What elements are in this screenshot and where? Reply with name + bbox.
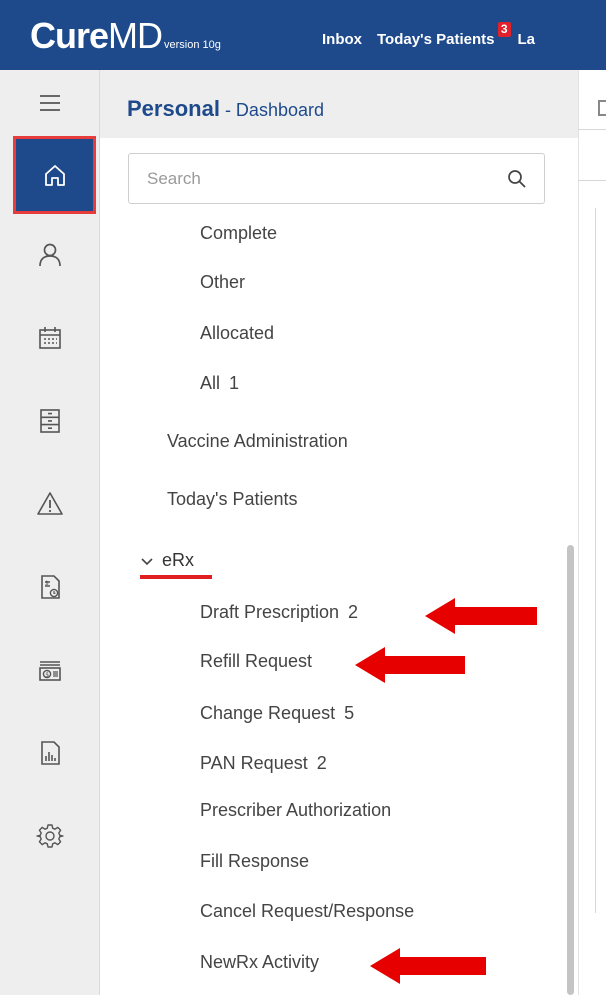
item-count: 2	[348, 602, 359, 622]
rail-reports-button[interactable]	[16, 717, 84, 789]
content-border	[595, 208, 596, 913]
chevron-down-icon	[141, 557, 153, 565]
tree-group-erx[interactable]: eRx	[140, 550, 194, 571]
annotation-arrow-icon	[370, 948, 486, 984]
top-bar: CureMD version 10g Inbox Today's Patients…	[0, 0, 606, 70]
panel-header: Personal - Dashboard	[100, 70, 578, 138]
topnav-truncated-item[interactable]: La	[518, 31, 536, 48]
tree-item-draft-prescription[interactable]: Draft Prescription 2	[200, 601, 358, 623]
rail-scheduling-button[interactable]	[16, 302, 84, 374]
tree-item-newrx-activity[interactable]: NewRx Activity	[200, 951, 319, 973]
item-count: 2	[316, 753, 327, 773]
page-title: Personal - Dashboard	[127, 96, 324, 121]
user-icon	[39, 243, 61, 267]
svg-text:$: $	[45, 671, 49, 678]
content-tab-icon	[598, 100, 606, 116]
rail-patient-button[interactable]	[16, 219, 84, 291]
rail-billing-button[interactable]: $	[16, 551, 84, 623]
annotation-arrow-icon	[355, 647, 465, 683]
annotation-underline	[140, 575, 212, 579]
cabinet-icon	[40, 409, 60, 433]
rail-cabinet-button[interactable]	[16, 385, 84, 457]
tree-item-all[interactable]: All 1	[200, 372, 239, 394]
tree-item-other[interactable]: Other	[200, 271, 245, 293]
content-divider	[578, 180, 606, 181]
search-input[interactable]	[147, 166, 487, 192]
tree-item-pan-request[interactable]: PAN Request 2	[200, 752, 327, 774]
tree-item-vaccine-administration[interactable]: Vaccine Administration	[167, 430, 348, 452]
rail-home-button[interactable]	[13, 136, 96, 214]
item-count: 1	[229, 373, 240, 393]
menu-toggle-button[interactable]	[16, 70, 84, 136]
search-box	[128, 153, 545, 204]
top-nav: Inbox Today's Patients 3 La	[322, 22, 550, 48]
tree-item-todays-patients[interactable]: Today's Patients	[167, 488, 298, 510]
search-icon[interactable]	[506, 168, 528, 190]
rail-alerts-button[interactable]	[16, 468, 84, 540]
tree-item-prescriber-authorization[interactable]: Prescriber Authorization	[200, 799, 391, 821]
notification-badge: 3	[497, 22, 511, 37]
billing-document-icon: $	[41, 575, 60, 599]
tree-item-cancel-request-response[interactable]: Cancel Request/Response	[200, 900, 414, 922]
tree-item-refill-request[interactable]: Refill Request	[200, 650, 312, 672]
cash-icon: $	[39, 661, 61, 681]
tree-item-allocated[interactable]: Allocated	[200, 322, 274, 344]
topnav-todays-patients[interactable]: Today's Patients 3	[377, 22, 511, 48]
home-icon	[44, 165, 65, 186]
rail-settings-button[interactable]	[16, 800, 84, 872]
scrollbar-thumb[interactable]	[567, 545, 574, 995]
content-pane	[578, 70, 606, 995]
tree-item-complete[interactable]: Complete	[200, 222, 277, 244]
item-count: 5	[344, 703, 355, 723]
rail-payments-button[interactable]: $	[16, 634, 84, 706]
calendar-icon	[39, 327, 61, 349]
topnav-inbox[interactable]: Inbox	[322, 31, 362, 48]
tree-item-fill-response[interactable]: Fill Response	[200, 850, 309, 872]
svg-text:$: $	[45, 580, 49, 587]
app-logo[interactable]: CureMD version 10g	[30, 18, 221, 54]
warning-icon	[37, 492, 63, 515]
settings-icon	[36, 824, 64, 848]
menu-icon	[40, 95, 60, 111]
report-icon	[41, 741, 60, 765]
annotation-arrow-icon	[425, 598, 537, 634]
tree-item-change-request[interactable]: Change Request 5	[200, 702, 354, 724]
